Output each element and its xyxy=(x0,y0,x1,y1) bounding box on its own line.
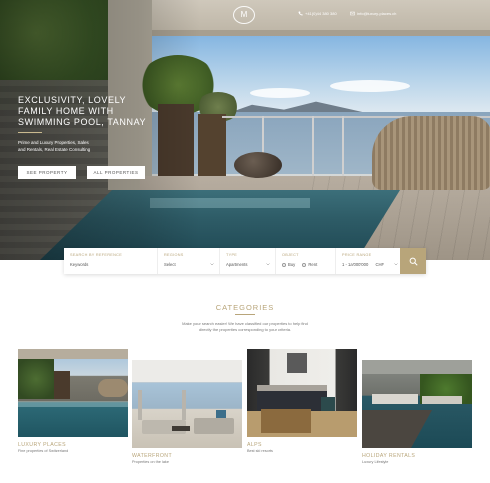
hero-subtitle: Prime and Luxury Properties, Sales and R… xyxy=(18,139,128,153)
hero-subtitle-line: and Rentals, Real Estate Consulting xyxy=(18,147,91,152)
category-image xyxy=(247,349,357,437)
reference-field[interactable]: SEARCH BY REFERENCE Keywords xyxy=(64,248,158,274)
object-label: OBJECT xyxy=(282,253,299,257)
categories-description-line: directly the properties corresponding to… xyxy=(198,327,292,332)
radio-circle-icon xyxy=(302,262,307,267)
category-card-luxury-places[interactable]: LUXURY PLACES Fine properties of Switzer… xyxy=(18,349,128,453)
rent-label: Rent xyxy=(308,262,318,267)
buy-label: Buy xyxy=(288,262,296,267)
hero-banner: M +41(0)44 380 380 info@luxury-places.ch… xyxy=(0,0,490,260)
regions-select[interactable]: REGIONS Select xyxy=(158,248,220,274)
category-card-alps[interactable]: ALPS Best ski resorts xyxy=(247,349,357,453)
search-icon xyxy=(409,257,418,266)
category-subtitle: Fine properties of Switzerland xyxy=(18,449,69,453)
hero-shade xyxy=(0,0,200,260)
phone-text: +41(0)44 380 380 xyxy=(305,11,337,16)
see-property-button[interactable]: SEE PROPERTY xyxy=(18,166,76,179)
hero-divider xyxy=(18,132,42,133)
category-subtitle: Best ski resorts xyxy=(247,449,273,453)
hero-title-line: EXCLUSIVITY, LOVELY xyxy=(18,95,127,105)
reference-input[interactable]: Keywords xyxy=(70,262,153,267)
category-card-holiday-rentals[interactable]: HOLIDAY RENTALS Luxury Lifestyle xyxy=(362,360,472,464)
category-image xyxy=(362,360,472,448)
chevron-down-icon xyxy=(394,263,398,266)
price-value: 1 - 1a'000'000 xyxy=(342,262,369,267)
hero-sculpture xyxy=(234,152,282,178)
object-field: OBJECT Buy Rent xyxy=(276,248,336,274)
category-title: HOLIDAY RENTALS xyxy=(362,453,416,459)
price-values: 1 - 1a'000'000 CHF xyxy=(342,262,396,267)
hero-rail-post xyxy=(342,116,344,176)
object-options: Buy Rent xyxy=(282,262,331,268)
chevron-down-icon xyxy=(266,263,270,266)
categories-title: CATEGORIES xyxy=(215,303,275,312)
email-text: info@luxury-places.ch xyxy=(357,11,397,16)
categories-description: Make your search easier! We have classif… xyxy=(165,321,325,333)
all-properties-button[interactable]: ALL PROPERTIES xyxy=(87,166,145,179)
price-label: PRICE RANGE xyxy=(342,253,372,257)
categories-divider xyxy=(235,314,255,315)
category-title: LUXURY PLACES xyxy=(18,442,66,448)
category-title: ALPS xyxy=(247,442,262,448)
regions-value: Select xyxy=(164,262,176,267)
hero-lounger xyxy=(372,116,490,190)
hero-subtitle-line: Prime and Luxury Properties, Sales xyxy=(18,140,89,145)
currency-select[interactable]: CHF xyxy=(375,262,384,267)
type-select[interactable]: TYPE Apartments xyxy=(220,248,276,274)
hero-title: EXCLUSIVITY, LOVELY FAMILY HOME WITH SWI… xyxy=(18,95,218,128)
phone-link[interactable]: +41(0)44 380 380 xyxy=(298,11,337,16)
category-image xyxy=(132,360,242,448)
category-subtitle: Properties on the lake xyxy=(132,460,169,464)
property-search-bar: SEARCH BY REFERENCE Keywords REGIONS Sel… xyxy=(64,248,426,274)
phone-icon xyxy=(298,11,303,16)
hero-rail-post xyxy=(312,116,314,176)
regions-label: REGIONS xyxy=(164,253,184,257)
hero-title-line: FAMILY HOME WITH xyxy=(18,106,114,116)
category-subtitle: Luxury Lifestyle xyxy=(362,460,389,464)
reference-label: SEARCH BY REFERENCE xyxy=(70,253,123,257)
search-button[interactable] xyxy=(400,248,426,274)
site-logo[interactable]: M xyxy=(233,6,255,24)
category-title: WATERFRONT xyxy=(132,453,173,459)
email-icon xyxy=(350,11,355,16)
type-value: Apartments xyxy=(226,262,248,267)
chevron-down-icon xyxy=(210,263,214,266)
rent-radio[interactable]: Rent xyxy=(302,262,317,267)
category-card-waterfront[interactable]: WATERFRONT Properties on the lake xyxy=(132,360,242,464)
price-range-field[interactable]: PRICE RANGE 1 - 1a'000'000 CHF xyxy=(336,248,400,274)
type-label: TYPE xyxy=(226,253,238,257)
buy-radio[interactable]: Buy xyxy=(282,262,295,267)
radio-circle-icon xyxy=(282,262,286,267)
category-image xyxy=(18,349,128,437)
hero-title-line: SWIMMING POOL, TANNAY xyxy=(18,117,147,127)
email-link[interactable]: info@luxury-places.ch xyxy=(350,11,396,16)
cloud xyxy=(250,88,310,98)
cloud xyxy=(330,80,410,92)
